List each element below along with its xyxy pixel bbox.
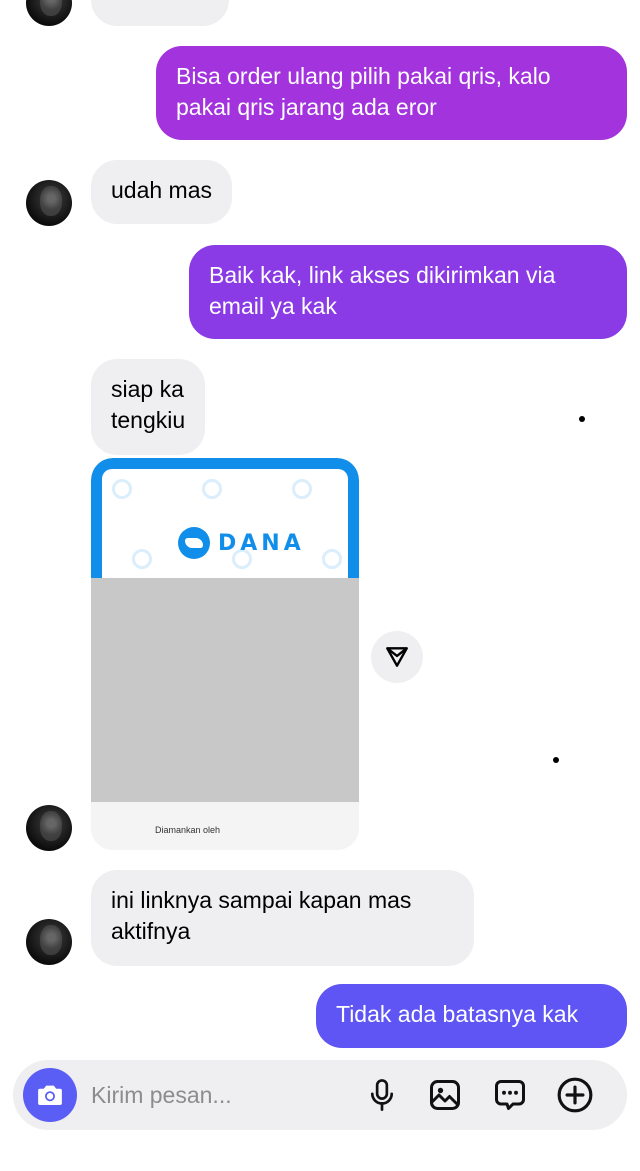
card-header: DANA — [102, 469, 348, 581]
shared-payment-card[interactable]: DANA Diamankan oleh — [91, 458, 359, 850]
watermark-icon — [112, 479, 132, 499]
secured-by-label: Diamankan oleh — [155, 825, 221, 835]
dana-logo: DANA — [178, 527, 305, 559]
message-composer — [13, 1060, 627, 1130]
dana-logo-icon — [178, 527, 210, 559]
watermark-icon — [322, 549, 342, 569]
sender-avatar[interactable] — [26, 805, 72, 851]
watermark-icon — [202, 479, 222, 499]
dana-brand-text: DANA — [218, 530, 305, 556]
message-bubble-incoming[interactable]: udah mas — [91, 160, 233, 224]
gallery-button[interactable] — [424, 1074, 466, 1116]
watermark-icon — [292, 479, 312, 499]
redacted-area — [91, 578, 359, 802]
plus-icon — [557, 1077, 593, 1113]
gallery-icon — [430, 1080, 460, 1110]
voice-message-button[interactable] — [361, 1074, 403, 1116]
message-bubble-outgoing[interactable]: Baik kak, link akses dikirimkan via emai… — [189, 245, 627, 339]
more-options-button[interactable] — [554, 1074, 596, 1116]
message-bubble-outgoing[interactable]: Tidak ada batasnya kak — [316, 984, 627, 1048]
sticker-button[interactable] — [489, 1074, 531, 1116]
message-bubble-incoming[interactable]: udah eror — [91, 0, 230, 26]
sender-avatar[interactable] — [26, 0, 72, 26]
sender-avatar[interactable] — [26, 180, 72, 226]
share-button[interactable] — [371, 631, 423, 683]
share-icon — [386, 647, 408, 667]
watermark-icon — [132, 549, 152, 569]
message-input[interactable] — [91, 1075, 351, 1115]
message-bubble-incoming[interactable]: ini linknya sampai kapan mas aktifnya — [91, 870, 474, 966]
decorative-dot — [579, 416, 585, 422]
camera-button[interactable] — [23, 1068, 77, 1122]
microphone-icon — [370, 1079, 394, 1111]
sticker-icon — [495, 1080, 525, 1110]
sender-avatar[interactable] — [26, 919, 72, 965]
camera-icon — [38, 1085, 62, 1105]
message-bubble-outgoing[interactable]: Bisa order ulang pilih pakai qris, kalo … — [156, 46, 627, 140]
message-bubble-incoming[interactable]: siap ka tengkiu — [91, 359, 206, 455]
card-footer — [91, 802, 359, 850]
decorative-dot — [553, 757, 559, 763]
